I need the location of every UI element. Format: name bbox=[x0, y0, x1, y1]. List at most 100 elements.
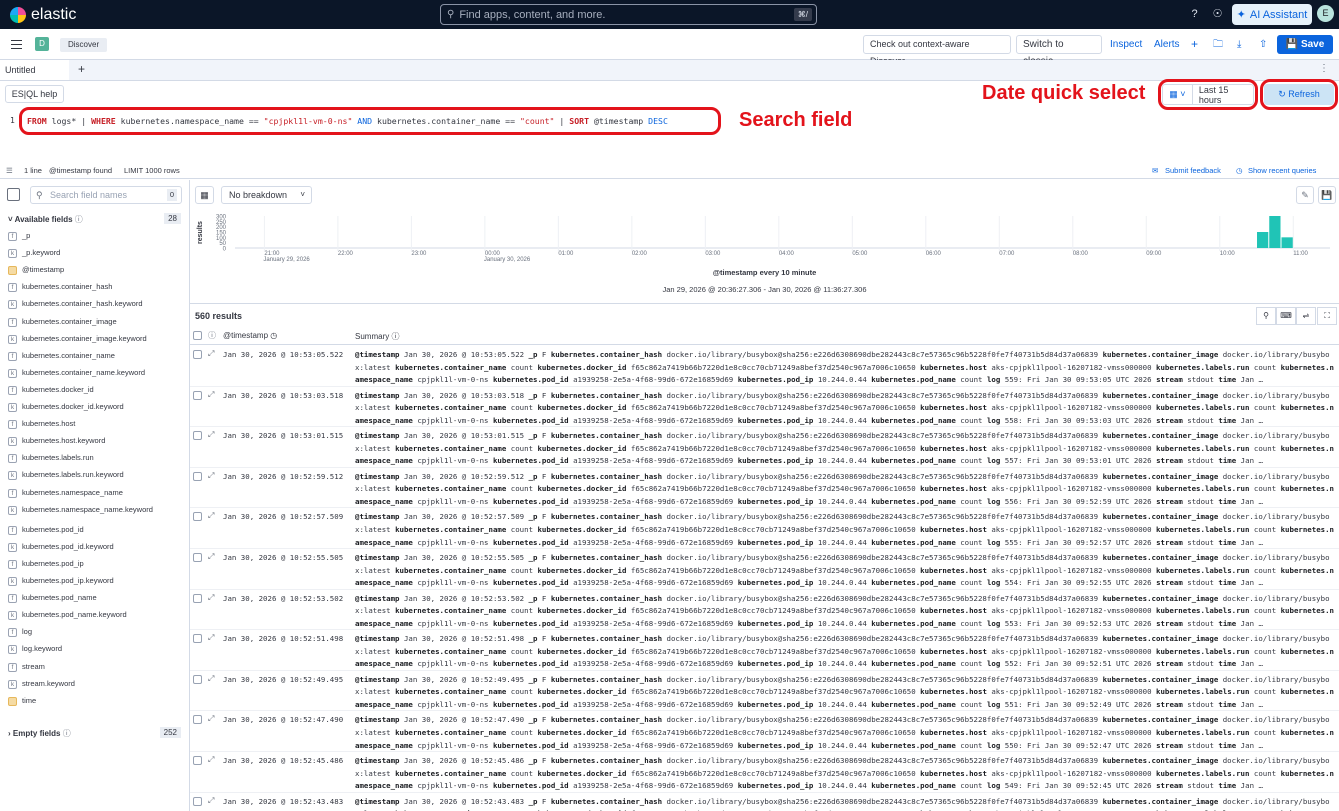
field-item[interactable]: k _p.keyword bbox=[8, 249, 184, 266]
field-item[interactable]: f kubernetes.pod_name bbox=[8, 594, 184, 611]
share-icon[interactable]: ⇧ bbox=[1259, 35, 1267, 54]
field-item[interactable]: f kubernetes.pod_id bbox=[8, 525, 184, 543]
expand-row-icon[interactable]: ⤢ bbox=[208, 796, 214, 806]
expand-row-icon[interactable]: ⤢ bbox=[208, 552, 214, 562]
row-checkbox[interactable] bbox=[193, 552, 202, 562]
histogram-bar[interactable] bbox=[1269, 216, 1281, 248]
expand-row-icon[interactable]: ⤢ bbox=[208, 430, 214, 440]
row-checkbox[interactable] bbox=[193, 431, 202, 441]
menu-hamburger-icon[interactable] bbox=[11, 40, 22, 49]
row-checkbox[interactable] bbox=[193, 715, 202, 725]
submit-feedback-link[interactable]: Submit feedback bbox=[1165, 166, 1221, 175]
switch-to-classic-button[interactable]: Switch to classic bbox=[1016, 35, 1102, 67]
row-checkbox[interactable] bbox=[193, 674, 202, 684]
table-row[interactable]: ⤢ Jan 30, 2026 @ 10:52:51.498 @timestamp J… bbox=[190, 630, 1339, 671]
table-row[interactable]: ⤢ Jan 30, 2026 @ 10:52:43.483 @timestamp J… bbox=[190, 793, 1339, 811]
open-folder-icon[interactable]: 🗀 bbox=[1213, 35, 1223, 54]
field-item[interactable]: f kubernetes.pod_ip bbox=[8, 559, 184, 577]
field-item[interactable]: k kubernetes.pod_name.keyword bbox=[8, 611, 184, 628]
field-item[interactable]: f kubernetes.container_image bbox=[8, 317, 184, 335]
row-checkbox[interactable] bbox=[193, 593, 202, 603]
global-search-input[interactable]: ⚲ Find apps, content, and more. ⌘/ bbox=[440, 4, 817, 25]
news-feed-icon[interactable]: ☉ bbox=[1211, 8, 1224, 21]
field-item[interactable]: k kubernetes.pod_id.keyword bbox=[8, 542, 184, 560]
field-item[interactable]: @timestamp bbox=[8, 266, 184, 283]
empty-fields-header[interactable]: › Empty fields ⓘ bbox=[8, 728, 71, 739]
esql-help-button[interactable]: ES|QL help bbox=[5, 85, 64, 103]
table-row[interactable]: ⤢ Jan 30, 2026 @ 10:52:57.509 @timestamp J… bbox=[190, 508, 1339, 549]
table-row[interactable]: ⤢ Jan 30, 2026 @ 10:52:55.505 @timestamp J… bbox=[190, 549, 1339, 590]
field-item[interactable]: k kubernetes.pod_ip.keyword bbox=[8, 577, 184, 594]
field-item[interactable]: f kubernetes.host bbox=[8, 420, 184, 437]
user-avatar[interactable]: E bbox=[1317, 5, 1334, 22]
inspect-link[interactable]: Inspect bbox=[1110, 35, 1142, 54]
expand-row-icon[interactable]: ⤢ bbox=[208, 349, 214, 359]
field-item[interactable]: f kubernetes.container_name bbox=[8, 351, 184, 369]
expand-row-icon[interactable]: ⤢ bbox=[208, 390, 214, 400]
expand-row-icon[interactable]: ⤢ bbox=[208, 755, 214, 765]
column-header-timestamp[interactable]: @timestamp ◷ bbox=[223, 331, 277, 340]
field-item[interactable]: f kubernetes.docker_id bbox=[8, 385, 184, 403]
field-item[interactable]: k log.keyword bbox=[8, 645, 184, 662]
fullscreen-icon[interactable]: ⛶ bbox=[1317, 307, 1337, 325]
save-button[interactable]: 💾 Save bbox=[1277, 35, 1333, 54]
field-item[interactable]: time bbox=[8, 696, 184, 714]
add-tab-button[interactable]: + bbox=[78, 62, 85, 76]
chart-settings-icon[interactable]: ▦ bbox=[195, 186, 214, 204]
expand-row-icon[interactable]: ⤢ bbox=[208, 471, 214, 481]
field-item[interactable]: k kubernetes.container_image.keyword bbox=[8, 334, 184, 352]
alerts-link[interactable]: Alerts bbox=[1154, 35, 1180, 54]
new-icon[interactable]: + bbox=[1191, 35, 1198, 54]
space-avatar[interactable]: D bbox=[35, 37, 49, 51]
table-row[interactable]: ⤢ Jan 30, 2026 @ 10:52:45.486 @timestamp J… bbox=[190, 752, 1339, 793]
field-item[interactable]: k kubernetes.docker_id.keyword bbox=[8, 403, 184, 420]
field-item[interactable]: f kubernetes.container_hash bbox=[8, 283, 184, 300]
field-item[interactable]: f kubernetes.namespace_name bbox=[8, 488, 184, 506]
breakdown-select[interactable]: No breakdown ˅ bbox=[221, 186, 312, 204]
row-checkbox[interactable] bbox=[193, 796, 202, 806]
table-row[interactable]: ⤢ Jan 30, 2026 @ 10:53:03.518 @timestamp J… bbox=[190, 387, 1339, 428]
show-recent-queries-link[interactable]: Show recent queries bbox=[1248, 166, 1316, 175]
column-header-summary[interactable]: Summary ⓘ bbox=[355, 331, 399, 342]
row-checkbox[interactable] bbox=[193, 471, 202, 481]
table-row[interactable]: ⤢ Jan 30, 2026 @ 10:53:05.522 @timestamp J… bbox=[190, 346, 1339, 387]
histogram-chart[interactable]: results30025020015010050021:00January 29… bbox=[190, 208, 1339, 266]
field-item[interactable]: f log bbox=[8, 628, 184, 645]
tab-untitled[interactable]: Untitled bbox=[0, 60, 69, 80]
expand-row-icon[interactable]: ⤢ bbox=[208, 593, 214, 603]
keyboard-shortcuts-icon[interactable]: ⌨ bbox=[1276, 307, 1296, 325]
field-item[interactable]: k kubernetes.labels.run.keyword bbox=[8, 471, 184, 488]
row-checkbox[interactable] bbox=[193, 512, 202, 522]
collapse-sidebar-icon[interactable] bbox=[7, 188, 20, 201]
expand-row-icon[interactable]: ⤢ bbox=[208, 714, 214, 724]
table-row[interactable]: ⤢ Jan 30, 2026 @ 10:52:47.490 @timestamp J… bbox=[190, 711, 1339, 752]
available-fields-header[interactable]: ˅ Available fields ⓘ bbox=[8, 214, 83, 225]
search-in-table-icon[interactable]: ⚲ bbox=[1256, 307, 1276, 325]
table-row[interactable]: ⤢ Jan 30, 2026 @ 10:52:49.495 @timestamp J… bbox=[190, 671, 1339, 712]
field-item[interactable]: f _p bbox=[8, 232, 184, 249]
table-row[interactable]: ⤢ Jan 30, 2026 @ 10:52:53.502 @timestamp J… bbox=[190, 590, 1339, 631]
field-item[interactable]: f kubernetes.labels.run bbox=[8, 454, 184, 471]
expand-row-icon[interactable]: ⤢ bbox=[208, 511, 214, 521]
field-item[interactable]: k kubernetes.container_hash.keyword bbox=[8, 300, 184, 317]
field-item[interactable]: k kubernetes.container_name.keyword bbox=[8, 368, 184, 386]
expand-row-icon[interactable]: ⤢ bbox=[208, 674, 214, 684]
download-icon[interactable]: ⤓ bbox=[1237, 35, 1241, 54]
field-item[interactable]: k kubernetes.namespace_name.keyword bbox=[8, 505, 184, 523]
field-item[interactable]: f stream bbox=[8, 662, 184, 680]
edit-visualization-icon[interactable]: ✎ bbox=[1296, 186, 1314, 204]
field-item[interactable]: k stream.keyword bbox=[8, 679, 184, 697]
display-settings-icon[interactable]: ⇌ bbox=[1296, 307, 1316, 325]
save-visualization-icon[interactable]: 💾 bbox=[1318, 186, 1336, 204]
row-checkbox[interactable] bbox=[193, 634, 202, 644]
breadcrumb-discover[interactable]: Discover bbox=[60, 38, 108, 52]
table-row[interactable]: ⤢ Jan 30, 2026 @ 10:53:01.515 @timestamp J… bbox=[190, 427, 1339, 468]
select-all-checkbox[interactable] bbox=[193, 331, 202, 340]
field-filter-count[interactable]: 0 bbox=[166, 189, 177, 201]
field-item[interactable]: k kubernetes.host.keyword bbox=[8, 437, 184, 454]
row-checkbox[interactable] bbox=[193, 755, 202, 765]
help-icon[interactable]: ? bbox=[1188, 8, 1201, 21]
expand-row-icon[interactable]: ⤢ bbox=[208, 633, 214, 643]
histogram-bar[interactable] bbox=[1257, 232, 1269, 248]
row-checkbox[interactable] bbox=[193, 350, 202, 359]
